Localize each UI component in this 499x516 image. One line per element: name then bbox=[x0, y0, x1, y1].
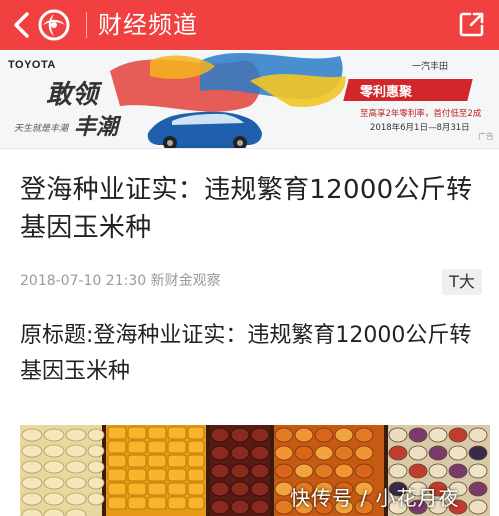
photo-watermark: 快传号 / 小花月夜 bbox=[290, 486, 460, 510]
ad-promo-title: 零利惠聚 bbox=[360, 85, 413, 100]
ad-tag: 广告 bbox=[478, 132, 494, 141]
article-headline: 登海种业证实：违规繁育12000公斤转基因玉米种 bbox=[20, 175, 473, 243]
ifeng-logo-icon[interactable] bbox=[38, 9, 70, 41]
ad-brand: TOYOTA bbox=[8, 59, 56, 71]
share-out-icon bbox=[459, 12, 484, 37]
article-meta: 2018-07-10 21:30 新财金观察 bbox=[20, 270, 221, 290]
ad-banner[interactable]: TOYOTA 敢领 丰潮 天生就是丰潮 一汽丰田 零利惠聚 至高享2年零利率，首… bbox=[0, 51, 499, 149]
font-size-button[interactable]: T大 bbox=[442, 269, 482, 295]
chevron-left-icon bbox=[14, 12, 29, 38]
ad-slogan-line2: 丰潮 bbox=[74, 114, 119, 140]
top-bar: 财经频道 bbox=[0, 0, 499, 50]
ad-slogan-line1: 敢领 bbox=[46, 80, 99, 110]
ad-tagline: 天生就是丰潮 bbox=[14, 124, 69, 134]
back-button[interactable] bbox=[10, 7, 32, 43]
topbar-divider bbox=[86, 12, 87, 38]
channel-title: 财经频道 bbox=[98, 11, 198, 39]
ad-promo-date: 2018年6月1日—8月31日 bbox=[370, 123, 470, 133]
ad-right-brand: 一汽丰田 bbox=[412, 62, 449, 72]
article-timestamp: 2018-07-10 21:30 bbox=[20, 273, 147, 289]
ad-promo-sub: 至高享2年零利率，首付低至2成 bbox=[360, 109, 482, 119]
article-source: 新财金观察 bbox=[150, 273, 221, 289]
share-button[interactable] bbox=[458, 10, 486, 38]
article-body: 原标题:登海种业证实：违规繁育12000公斤转基因玉米种 bbox=[20, 323, 472, 384]
